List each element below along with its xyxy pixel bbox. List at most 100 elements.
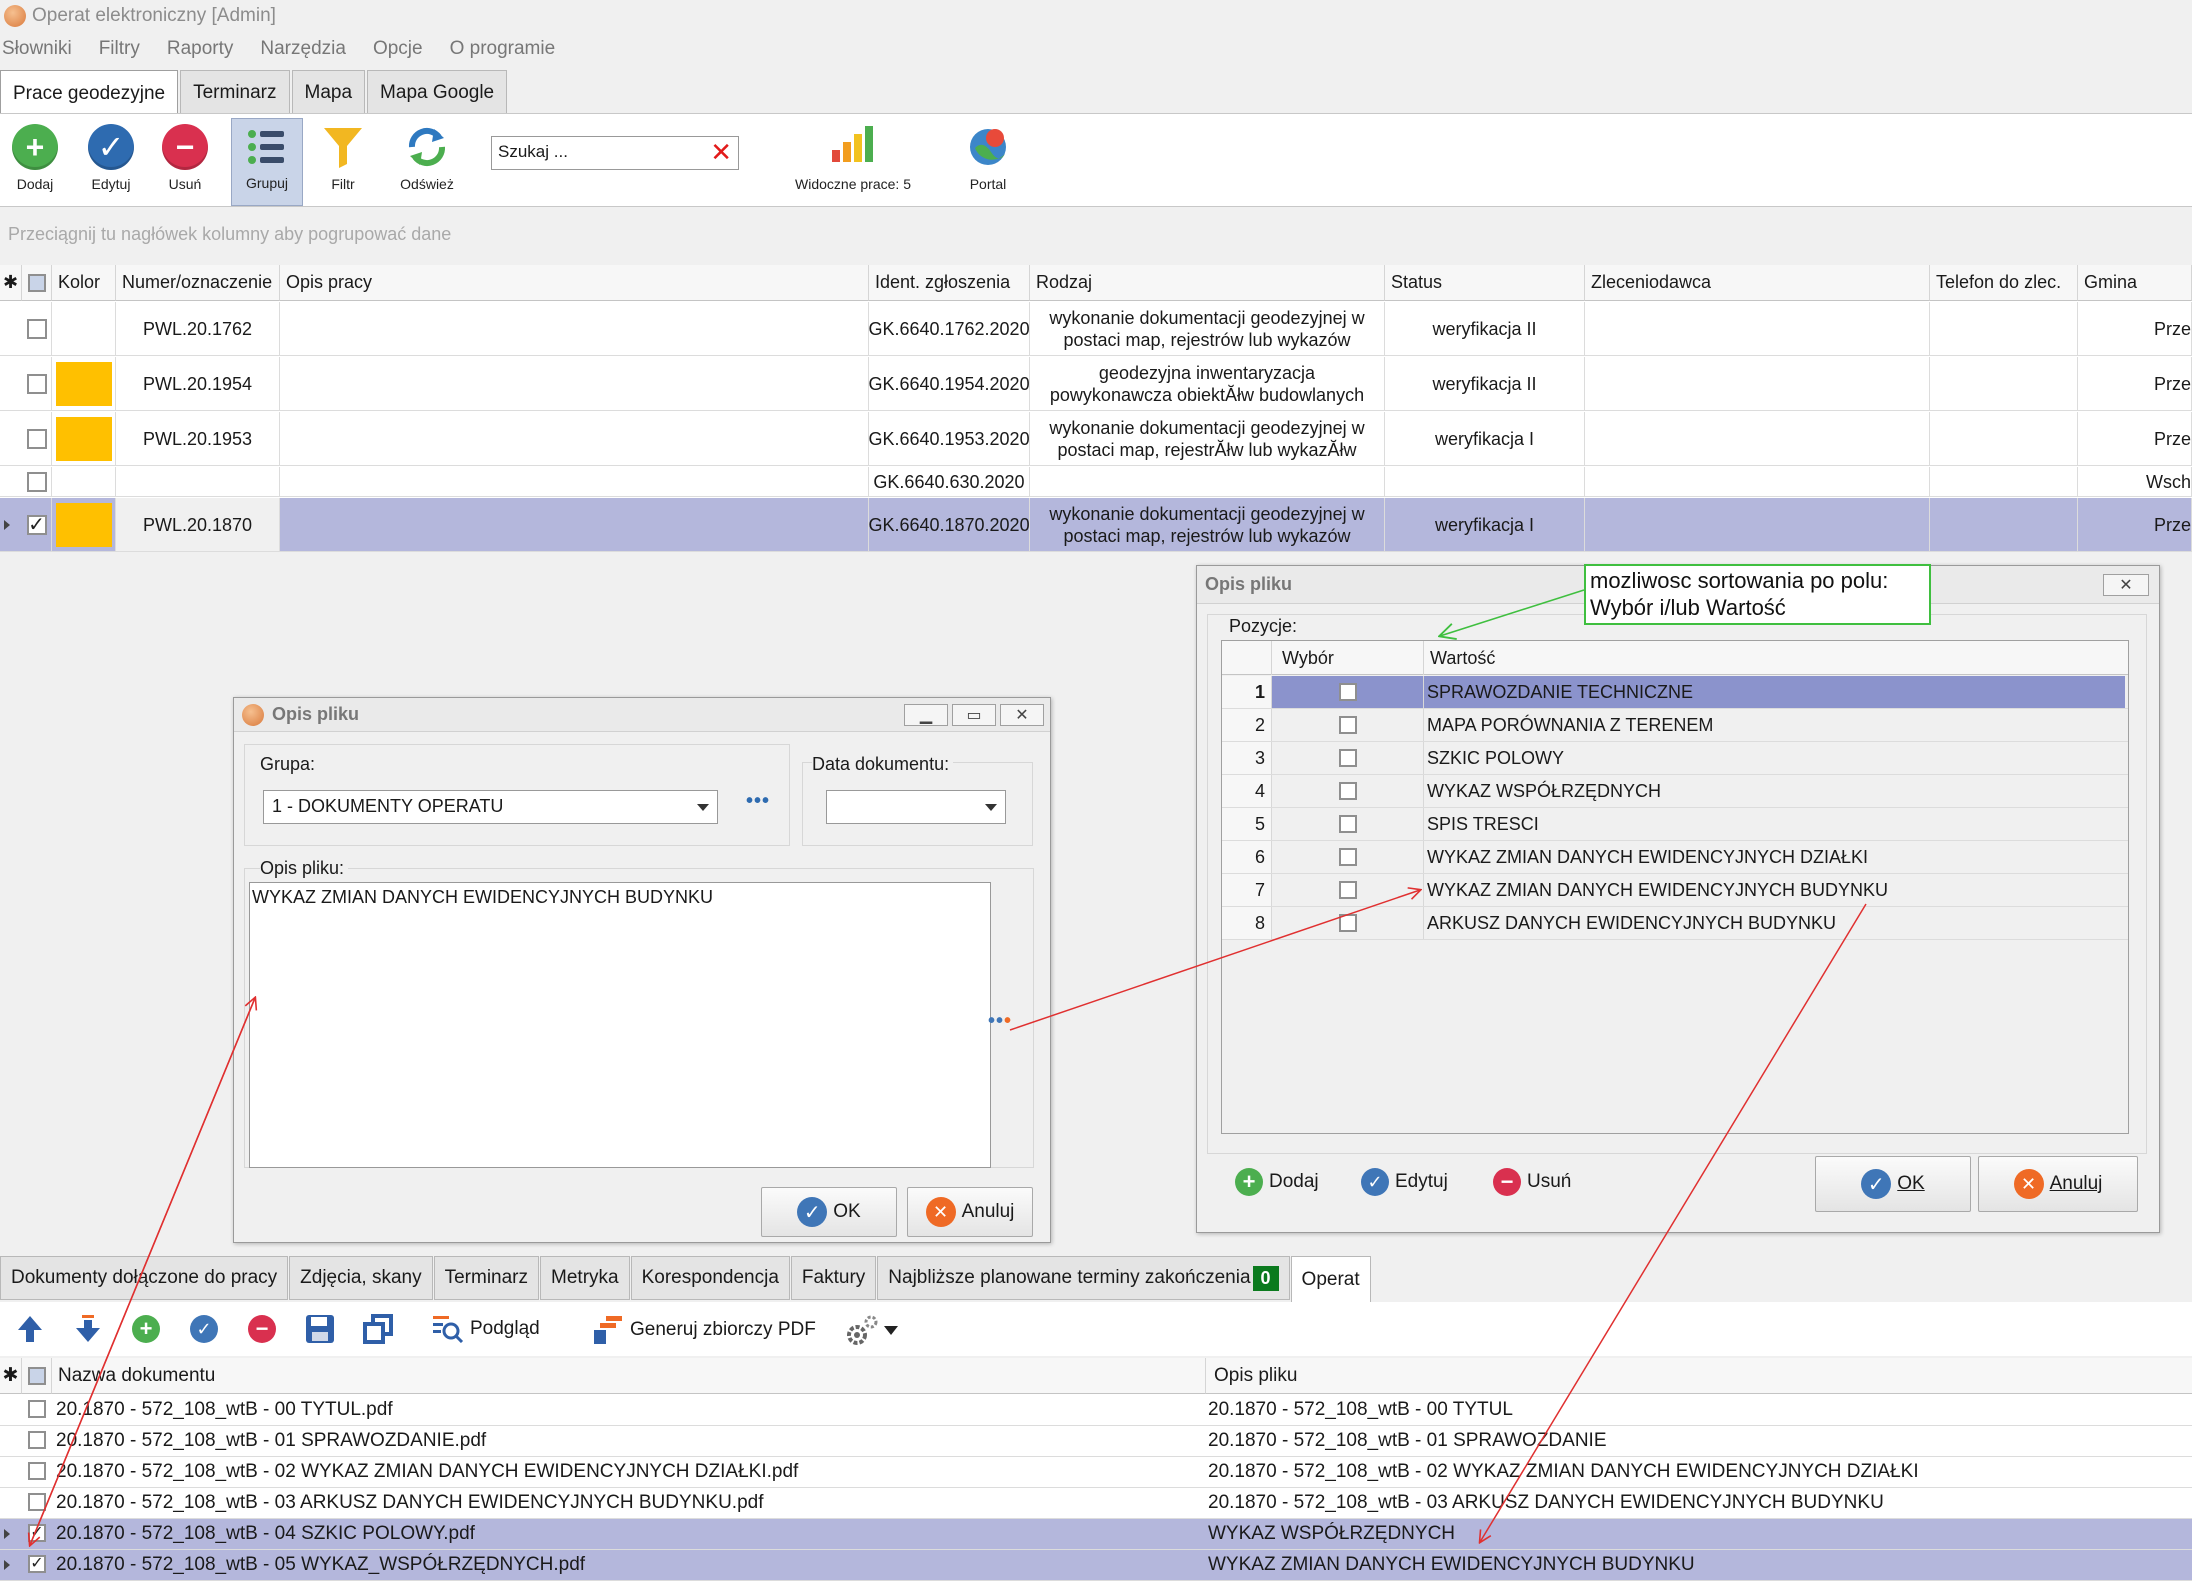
tab-faktury[interactable]: Faktury <box>790 1256 877 1300</box>
list-item[interactable]: 7 WYKAZ ZMIAN DANYCH EWIDENCYJNYCH BUDYNK… <box>1222 874 2128 907</box>
group-select[interactable]: 1 - DOKUMENTY OPERATU <box>263 790 718 824</box>
save-button[interactable] <box>305 1314 335 1344</box>
tab-metryka[interactable]: Metryka <box>540 1256 630 1300</box>
table-row[interactable]: GK.6640.630.2020 Wsch <box>0 467 2192 497</box>
choice-checkbox[interactable] <box>1272 874 1424 906</box>
description-more-button[interactable]: ••• <box>988 1010 1012 1033</box>
add-document-button[interactable]: + <box>131 1314 161 1344</box>
list-item[interactable]: 2 MAPA PORÓWNANIA Z TERENEM <box>1222 709 2128 742</box>
refresh-button[interactable]: Odśwież <box>395 124 459 206</box>
tab-terminarz[interactable]: Terminarz <box>180 70 290 114</box>
minimize-button[interactable]: ▁ <box>904 704 948 726</box>
move-up-button[interactable] <box>15 1314 45 1344</box>
portal-button[interactable]: Portal <box>956 124 1020 206</box>
copy-button[interactable] <box>363 1314 393 1344</box>
choice-checkbox[interactable] <box>1272 775 1424 807</box>
group-more-button[interactable]: ••• <box>746 790 770 813</box>
col-ident[interactable]: Ident. zgłoszenia <box>869 265 1030 301</box>
table-row-selected[interactable]: ✓ 20.1870 - 572_108_wtB - 04 SZKIC POLOW… <box>0 1519 2192 1550</box>
date-picker[interactable] <box>826 790 1006 824</box>
col-wartosc[interactable]: Wartość <box>1424 641 1495 675</box>
table-row[interactable]: 20.1870 - 572_108_wtB - 03 ARKUSZ DANYCH… <box>0 1488 2192 1519</box>
cancel-button[interactable]: ✕ Anuluj <box>1978 1156 2138 1212</box>
select-all-checkbox[interactable] <box>22 265 52 301</box>
preview-button[interactable]: Podgląd <box>432 1315 540 1343</box>
row-checkbox[interactable] <box>28 1493 46 1511</box>
description-textarea[interactable]: WYKAZ ZMIAN DANYCH EWIDENCYJNYCH BUDYNKU <box>249 882 991 1168</box>
delete-position-button[interactable]: − Usuń <box>1493 1168 1571 1196</box>
row-checkbox[interactable]: ✓ <box>28 1524 46 1542</box>
row-checkbox[interactable] <box>22 412 52 465</box>
ok-button[interactable]: ✓ OK <box>761 1187 897 1237</box>
tab-zdjecia[interactable]: Zdjęcia, skany <box>289 1256 433 1300</box>
col-opis-pliku[interactable]: Opis pliku <box>1206 1358 2192 1394</box>
menu-item-opcje[interactable]: Opcje <box>373 38 423 60</box>
tab-prace-geodezyjne[interactable]: Prace geodezyjne <box>0 70 179 116</box>
close-button[interactable]: ✕ <box>1000 704 1044 726</box>
menu-item-raporty[interactable]: Raporty <box>167 38 234 60</box>
cancel-button[interactable]: ✕ Anuluj <box>907 1187 1033 1237</box>
choice-checkbox[interactable] <box>1272 676 1424 708</box>
col-wybor[interactable]: Wybór <box>1272 641 1424 675</box>
table-row[interactable]: 20.1870 - 572_108_wtB - 00 TYTUL.pdf 20.… <box>0 1395 2192 1426</box>
row-checkbox[interactable] <box>28 1400 46 1418</box>
ok-button[interactable]: ✓ OK <box>1815 1156 1971 1212</box>
delete-button[interactable]: − Usuń <box>153 124 217 206</box>
col-telefon[interactable]: Telefon do zlec. <box>1930 265 2078 301</box>
tab-operat[interactable]: Operat <box>1290 1256 1371 1302</box>
tab-dokumenty[interactable]: Dokumenty dołączone do pracy <box>0 1256 289 1300</box>
table-row[interactable]: PWL.20.1953 GK.6640.1953.2020 wykonanie … <box>0 412 2192 466</box>
delete-document-button[interactable]: − <box>247 1314 277 1344</box>
col-kolor[interactable]: Kolor <box>52 265 116 301</box>
col-rodzaj[interactable]: Rodzaj <box>1030 265 1385 301</box>
table-row-selected[interactable]: ✓ 20.1870 - 572_108_wtB - 05 WYKAZ_WSPÓŁ… <box>0 1550 2192 1581</box>
close-button[interactable]: ✕ <box>2103 574 2149 596</box>
menu-item-narzedzia[interactable]: Narzędzia <box>260 38 346 60</box>
row-checkbox[interactable] <box>22 302 52 355</box>
table-row[interactable]: 20.1870 - 572_108_wtB - 02 WYKAZ ZMIAN D… <box>0 1457 2192 1488</box>
edit-position-button[interactable]: ✓ Edytuj <box>1361 1168 1448 1196</box>
col-nazwa-dokumentu[interactable]: Nazwa dokumentu <box>52 1358 1206 1394</box>
maximize-button[interactable]: ▭ <box>952 704 996 726</box>
col-gmina[interactable]: Gmina <box>2078 265 2192 301</box>
tab-mapa-google[interactable]: Mapa Google <box>367 70 508 114</box>
choice-checkbox[interactable] <box>1272 841 1424 873</box>
col-zleceniodawca[interactable]: Zleceniodawca <box>1585 265 1930 301</box>
list-item[interactable]: 4 WYKAZ WSPÓŁRZĘDNYCH <box>1222 775 2128 808</box>
list-item-selected[interactable]: 1 SPRAWOZDANIE TECHNICZNE <box>1222 676 2128 709</box>
menu-item-o-programie[interactable]: O programie <box>450 38 556 60</box>
tab-mapa[interactable]: Mapa <box>291 70 366 114</box>
table-row[interactable]: PWL.20.1954 GK.6640.1954.2020 geodezyjna… <box>0 357 2192 411</box>
menu-item-filtry[interactable]: Filtry <box>99 38 140 60</box>
select-all-checkbox[interactable] <box>22 1358 52 1394</box>
group-button[interactable]: Grupuj <box>231 118 303 206</box>
choice-checkbox[interactable] <box>1272 907 1424 939</box>
list-item[interactable]: 6 WYKAZ ZMIAN DANYCH EWIDENCYJNYCH DZIAŁK… <box>1222 841 2128 874</box>
row-checkbox[interactable]: ✓ <box>22 498 52 551</box>
table-row[interactable]: PWL.20.1762 GK.6640.1762.2020 wykonanie … <box>0 302 2192 356</box>
choice-checkbox[interactable] <box>1272 808 1424 840</box>
settings-dropdown-button[interactable] <box>846 1314 898 1346</box>
edit-document-button[interactable]: ✓ <box>189 1314 219 1344</box>
row-checkbox[interactable] <box>28 1462 46 1480</box>
choice-checkbox[interactable] <box>1272 709 1424 741</box>
list-item[interactable]: 3 SZKIC POLOWY <box>1222 742 2128 775</box>
move-down-button[interactable] <box>73 1314 103 1344</box>
row-checkbox[interactable] <box>28 1431 46 1449</box>
search-input[interactable]: Szukaj ... ✕ <box>491 136 739 170</box>
col-opis-pracy[interactable]: Opis pracy <box>280 265 869 301</box>
tab-terminy[interactable]: Najbliższe planowane terminy zakończenia… <box>877 1256 1290 1300</box>
edit-button[interactable]: ✓ Edytuj <box>79 124 143 206</box>
table-row[interactable]: 20.1870 - 572_108_wtB - 01 SPRAWOZDANIE.… <box>0 1426 2192 1457</box>
generate-pdf-button[interactable]: Generuj zbiorczy PDF <box>592 1315 816 1345</box>
clear-search-icon[interactable]: ✕ <box>710 139 732 165</box>
menu-item-slowniki[interactable]: Słowniki <box>2 38 72 60</box>
list-item[interactable]: 8 ARKUSZ DANYCH EWIDENCYJNYCH BUDYNKU <box>1222 907 2128 940</box>
tab-terminarz[interactable]: Terminarz <box>433 1256 540 1300</box>
filter-button[interactable]: Filtr <box>311 124 375 206</box>
col-numer[interactable]: Numer/oznaczenie <box>116 265 280 301</box>
col-status[interactable]: Status <box>1385 265 1585 301</box>
row-checkbox[interactable]: ✓ <box>28 1555 46 1573</box>
tab-korespondencja[interactable]: Korespondencja <box>630 1256 790 1300</box>
add-position-button[interactable]: + Dodaj <box>1235 1168 1319 1196</box>
